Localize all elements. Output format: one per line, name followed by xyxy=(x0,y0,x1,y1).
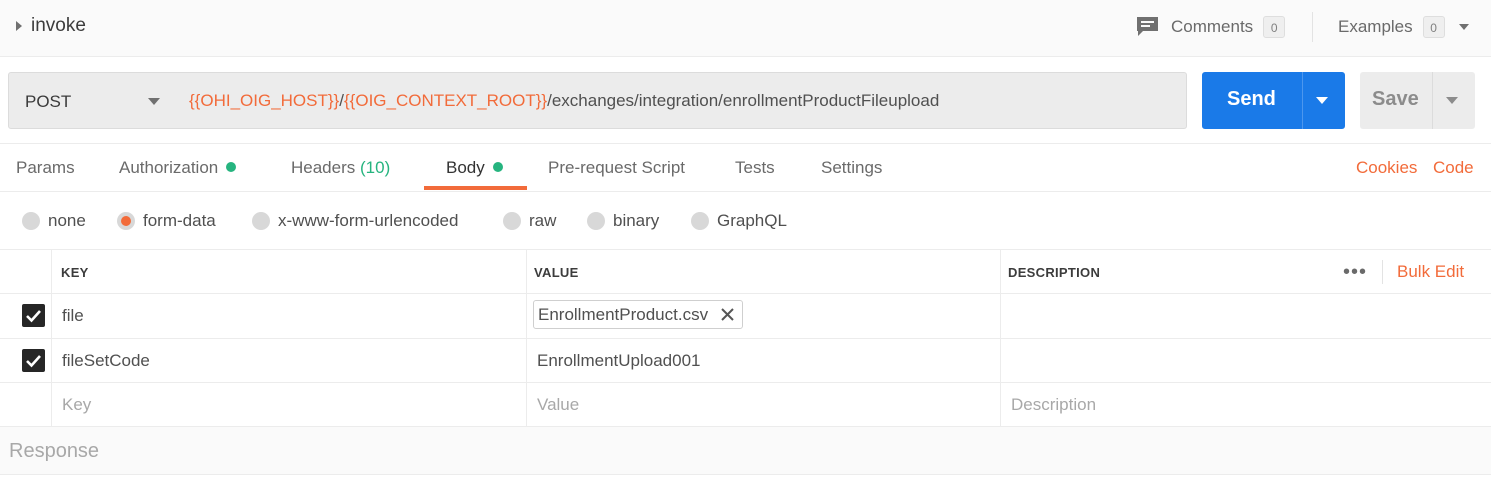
save-options-chevron-icon[interactable] xyxy=(1446,97,1458,104)
table-row: file EnrollmentProduct.csv xyxy=(0,294,1491,339)
examples-label: Examples xyxy=(1338,17,1413,36)
radio-circle-icon xyxy=(503,212,521,230)
save-button[interactable]: Save xyxy=(1360,72,1475,129)
more-options-icon[interactable]: ••• xyxy=(1343,261,1367,284)
radio-circle-icon xyxy=(587,212,605,230)
column-header-key: KEY xyxy=(61,265,89,280)
file-chip: EnrollmentProduct.csv xyxy=(533,300,744,329)
form-data-table: KEY VALUE DESCRIPTION ••• Bulk Edit file… xyxy=(0,250,1491,427)
tab-body-label: Body xyxy=(446,158,485,177)
tab-settings[interactable]: Settings xyxy=(821,158,882,178)
radio-raw-label: raw xyxy=(529,211,557,230)
send-options-chevron-icon[interactable] xyxy=(1316,97,1328,104)
header-divider xyxy=(1382,260,1383,284)
save-divider xyxy=(1432,72,1433,129)
description-input[interactable]: Description xyxy=(1011,395,1096,415)
radio-graphql[interactable]: GraphQL xyxy=(691,210,787,232)
column-header-description: DESCRIPTION xyxy=(1008,265,1101,280)
column-header-value: VALUE xyxy=(534,265,579,280)
file-name: EnrollmentProduct.csv xyxy=(538,305,709,324)
response-label: Response xyxy=(9,440,100,462)
body-type-radio-group: none form-data x-www-form-urlencoded raw… xyxy=(0,192,1491,250)
radio-selected-icon xyxy=(117,212,135,230)
save-label: Save xyxy=(1372,88,1419,110)
titlebar-divider xyxy=(1312,12,1313,42)
row-value[interactable]: EnrollmentUpload001 xyxy=(537,351,701,371)
cookies-link[interactable]: Cookies xyxy=(1356,158,1417,178)
url-path: /exchanges/integration/enrollmentProduct… xyxy=(547,91,940,110)
table-header-row: KEY VALUE DESCRIPTION ••• Bulk Edit xyxy=(0,250,1491,294)
radio-raw[interactable]: raw xyxy=(503,210,556,232)
radio-none[interactable]: none xyxy=(22,210,86,232)
checkmark-icon xyxy=(26,310,41,323)
active-tab-indicator xyxy=(424,186,527,190)
radio-none-label: none xyxy=(48,211,86,230)
examples-dropdown[interactable]: Examples 0 xyxy=(1338,15,1469,39)
examples-count-badge: 0 xyxy=(1422,16,1445,38)
comments-label: Comments xyxy=(1171,17,1254,36)
chevron-down-icon xyxy=(148,98,160,105)
radio-form-data[interactable]: form-data xyxy=(117,210,216,232)
tab-headers-label: Headers xyxy=(291,158,356,177)
tab-authorization[interactable]: Authorization xyxy=(119,158,237,178)
value-input[interactable]: Value xyxy=(537,395,579,415)
tab-prerequest-label: Pre-request Script xyxy=(548,158,685,177)
send-label: Send xyxy=(1227,88,1276,110)
comment-icon xyxy=(1137,17,1158,36)
url-variable-context-root: {{OIG_CONTEXT_ROOT}} xyxy=(343,91,548,110)
method-select[interactable]: POST xyxy=(8,72,175,129)
url-variable-host: {{OHI_OIG_HOST}} xyxy=(189,91,340,110)
tab-params[interactable]: Params xyxy=(16,158,75,178)
tab-tests[interactable]: Tests xyxy=(735,158,775,178)
tab-settings-label: Settings xyxy=(821,158,883,177)
radio-circle-icon xyxy=(691,212,709,230)
close-icon[interactable] xyxy=(720,307,735,322)
radio-binary-label: binary xyxy=(613,211,660,230)
status-dot-icon xyxy=(492,162,503,172)
radio-circle-icon xyxy=(22,212,40,230)
url-input[interactable]: {{OHI_OIG_HOST}}/{{OIG_CONTEXT_ROOT}}/ex… xyxy=(174,72,1187,129)
send-divider xyxy=(1302,72,1303,129)
table-row-new: Key Value Description xyxy=(0,383,1491,427)
bulk-edit-link[interactable]: Bulk Edit xyxy=(1397,262,1464,282)
headers-count: (10) xyxy=(360,158,391,177)
tab-tests-label: Tests xyxy=(735,158,775,177)
comments-button[interactable]: Comments 0 xyxy=(1136,15,1286,39)
radio-urlencoded-label: x-www-form-urlencoded xyxy=(278,211,459,230)
row-key[interactable]: file xyxy=(62,306,84,326)
radio-form-data-label: form-data xyxy=(143,211,216,230)
tab-params-label: Params xyxy=(16,158,75,177)
comments-count-badge: 0 xyxy=(1263,16,1286,38)
tab-prerequest-script[interactable]: Pre-request Script xyxy=(548,158,685,178)
radio-urlencoded[interactable]: x-www-form-urlencoded xyxy=(252,210,458,232)
radio-graphql-label: GraphQL xyxy=(717,211,787,230)
row-key[interactable]: fileSetCode xyxy=(62,351,150,371)
method-value: POST xyxy=(25,92,72,111)
request-tabs: Params Authorization Headers (10) Body P… xyxy=(0,143,1491,192)
row-enabled-checkbox[interactable] xyxy=(22,349,45,372)
table-row: fileSetCode EnrollmentUpload001 xyxy=(0,339,1491,383)
expand-caret-icon[interactable] xyxy=(16,21,22,31)
tab-authorization-label: Authorization xyxy=(119,158,219,177)
row-enabled-checkbox[interactable] xyxy=(22,304,45,327)
tab-headers[interactable]: Headers (10) xyxy=(291,158,390,178)
checkmark-icon xyxy=(26,355,41,368)
send-button[interactable]: Send xyxy=(1202,72,1345,129)
chevron-down-icon xyxy=(1458,24,1469,30)
status-dot-icon xyxy=(226,162,237,172)
request-name[interactable]: invoke xyxy=(31,15,86,37)
key-input[interactable]: Key xyxy=(62,395,91,415)
code-link[interactable]: Code xyxy=(1433,158,1474,178)
request-titlebar: invoke Comments 0 Examples 0 xyxy=(0,0,1491,57)
tab-body[interactable]: Body xyxy=(446,158,503,178)
radio-binary[interactable]: binary xyxy=(587,210,659,232)
response-pane-header[interactable]: Response xyxy=(0,427,1491,475)
radio-circle-icon xyxy=(252,212,270,230)
